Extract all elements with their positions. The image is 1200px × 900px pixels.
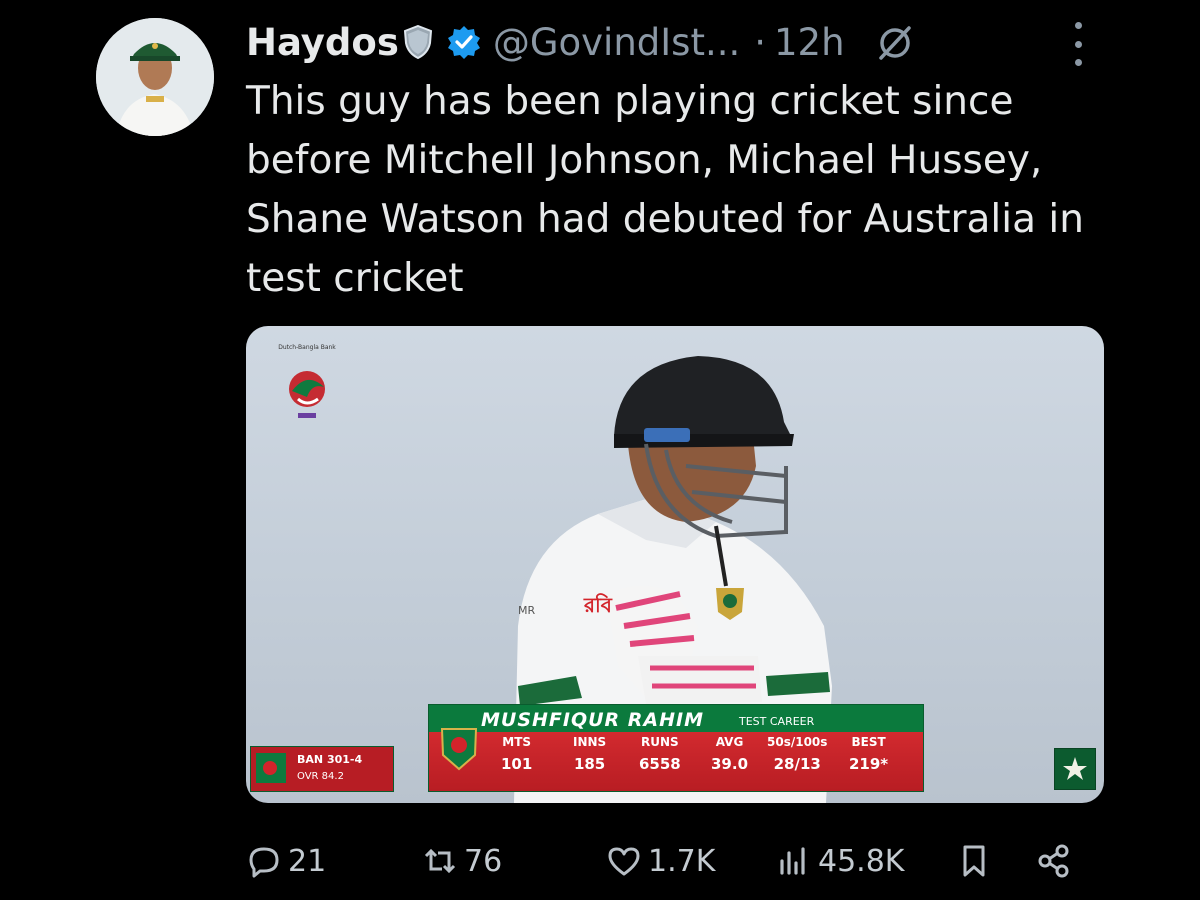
share-icon (1038, 844, 1069, 878)
analytics-icon (780, 847, 805, 875)
views-count: 45.8K (818, 843, 905, 879)
stat-value: 219* (849, 755, 889, 773)
stat-value: 39.0 (711, 755, 749, 773)
stat-value: 185 (573, 755, 606, 773)
like-button[interactable]: 1.7K (606, 836, 715, 886)
player-stats-banner: MUSHFIQUR RAHIM TEST CAREER MTS 101 INNS… (428, 704, 924, 792)
heart-icon (608, 847, 640, 876)
like-count: 1.7K (648, 843, 716, 879)
stat-50s-100s: 50s/100s 28/13 (767, 735, 827, 773)
shirt-text: MR (518, 604, 536, 617)
overs-value: 84.2 (321, 771, 344, 782)
tweet-media-image[interactable]: রবি MR Dutch-Bangla Bank MUSHFIQUR RAHIM… (246, 326, 1104, 803)
share-button[interactable] (1036, 836, 1072, 886)
repost-button[interactable]: 76 (422, 836, 502, 886)
tweet-text: This guy has been playing cricket since … (246, 79, 1084, 301)
views-button[interactable]: 45.8K (776, 836, 904, 886)
career-subtitle: TEST CAREER (739, 715, 815, 728)
author-handle[interactable]: @GovindIst... (493, 21, 740, 64)
overs-label: OVR (297, 771, 319, 782)
tweet-header: Haydos @GovindIst... · 12h (246, 14, 915, 70)
stat-avg: AVG 39.0 (711, 735, 748, 773)
reply-icon (249, 847, 279, 878)
tweet-actions: 21 76 1.7K 45.8K (246, 836, 1086, 886)
bookmark-button[interactable] (956, 836, 992, 886)
stat-mts: MTS 101 (501, 735, 532, 773)
series-emblem-icon (289, 371, 325, 418)
stat-value: 28/13 (773, 755, 821, 773)
more-options-icon[interactable] (1066, 22, 1090, 66)
repost-icon (424, 848, 456, 874)
shield-emoji-icon (403, 25, 432, 59)
bangladesh-crest-icon (256, 753, 286, 783)
stat-value: 101 (501, 755, 533, 773)
stat-runs: RUNS 6558 (639, 735, 681, 773)
broadcast-logo-text: Dutch-Bangla Bank (278, 344, 336, 351)
stat-label: INNS (573, 735, 607, 749)
reply-button[interactable]: 21 (246, 836, 326, 886)
stat-value: 6558 (639, 755, 681, 773)
stat-label: BEST (851, 735, 886, 749)
author-name[interactable]: Haydos (246, 21, 399, 64)
score-team: BAN (297, 753, 324, 766)
time-separator: · (754, 20, 767, 64)
stat-label: 50s/100s (767, 735, 828, 749)
match-scoreboard: BAN 301-4 OVR 84.2 (250, 746, 394, 792)
reply-count: 21 (288, 843, 327, 879)
svg-text:রবি: রবি (583, 593, 613, 617)
broadcast-logo: Dutch-Bangla Bank (272, 344, 342, 436)
stat-label: RUNS (641, 735, 679, 749)
stat-label: AVG (715, 735, 744, 749)
grok-icon[interactable] (875, 22, 915, 62)
pakistan-flag-icon (1054, 748, 1096, 790)
repost-count: 76 (464, 843, 503, 879)
verified-badge-icon[interactable] (447, 25, 481, 59)
bcb-crest-icon (440, 728, 478, 771)
player-name: MUSHFIQUR RAHIM (481, 709, 705, 731)
score-value: 301-4 (326, 753, 363, 766)
stat-label: MTS (502, 735, 532, 749)
avatar-photo (96, 18, 214, 136)
bookmark-icon (963, 845, 985, 877)
author-avatar[interactable] (96, 18, 214, 136)
tweet-time[interactable]: 12h (774, 21, 845, 64)
stat-best: BEST 219* (849, 735, 888, 773)
stat-inns: INNS 185 (573, 735, 606, 773)
